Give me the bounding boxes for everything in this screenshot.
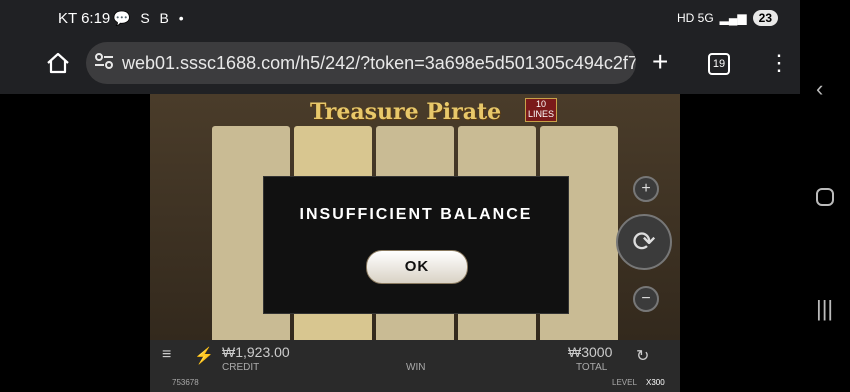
new-tab-button[interactable]: + bbox=[652, 48, 668, 76]
status-time: KT 6:19 bbox=[58, 10, 111, 27]
total-value: ₩3000 bbox=[568, 344, 613, 360]
home-button[interactable] bbox=[46, 52, 70, 79]
recents-icon[interactable]: ||| bbox=[816, 296, 833, 322]
spin-button[interactable]: ⟳ bbox=[616, 214, 672, 270]
tab-switcher-button[interactable]: 19 bbox=[708, 53, 730, 75]
status-bar: KT 6:19 💬 S B • HD 5G ▂▄▆ 23 bbox=[0, 0, 800, 38]
autoplay-icon[interactable]: ↻ bbox=[636, 346, 649, 366]
battery-icon: 23 bbox=[752, 10, 778, 26]
credit-label: CREDIT bbox=[222, 362, 260, 373]
ok-button[interactable]: OK bbox=[366, 250, 468, 284]
address-bar[interactable]: web01.sssc1688.com/h5/242/?token=3a698e5… bbox=[86, 42, 636, 84]
system-nav-bar: ‹ ||| bbox=[800, 0, 850, 392]
notification-icons: 💬 S B • bbox=[113, 10, 187, 26]
dialog-message: INSUFFICIENT BALANCE bbox=[299, 206, 533, 223]
bet-plus-button[interactable]: + bbox=[633, 176, 659, 202]
lines-badge: 10 LINES bbox=[525, 98, 557, 122]
round-id: 753678 bbox=[172, 378, 199, 387]
url-text[interactable]: web01.sssc1688.com/h5/242/?token=3a698e5… bbox=[122, 53, 636, 74]
total-label: TOTAL bbox=[576, 362, 608, 373]
more-menu-button[interactable]: ⋮ bbox=[768, 52, 790, 74]
signal-icon: ▂▄▆ bbox=[719, 11, 747, 25]
level-value: X300 bbox=[646, 378, 665, 387]
home-nav-icon[interactable] bbox=[816, 186, 834, 212]
insufficient-balance-dialog: INSUFFICIENT BALANCE OK bbox=[263, 176, 569, 314]
game-bottom-bar: ≡ ⚡ ₩1,923.00 CREDIT WIN ₩3000 TOTAL ↻ 7… bbox=[150, 340, 680, 392]
win-label: WIN bbox=[406, 362, 426, 373]
site-settings-icon[interactable] bbox=[94, 52, 114, 75]
game-menu-icon[interactable]: ≡ bbox=[162, 346, 171, 364]
home-icon bbox=[47, 52, 69, 74]
game-title: Treasure Pirate bbox=[310, 99, 502, 125]
turbo-icon[interactable]: ⚡ bbox=[194, 346, 214, 366]
status-right: HD 5G ▂▄▆ 23 bbox=[677, 10, 778, 26]
level-label: LEVEL bbox=[612, 378, 637, 387]
back-icon[interactable]: ‹ bbox=[816, 76, 823, 102]
network-icon: HD 5G bbox=[676, 11, 714, 25]
credit-value: ₩1,923.00 bbox=[222, 344, 290, 360]
bet-minus-button[interactable]: − bbox=[633, 286, 659, 312]
